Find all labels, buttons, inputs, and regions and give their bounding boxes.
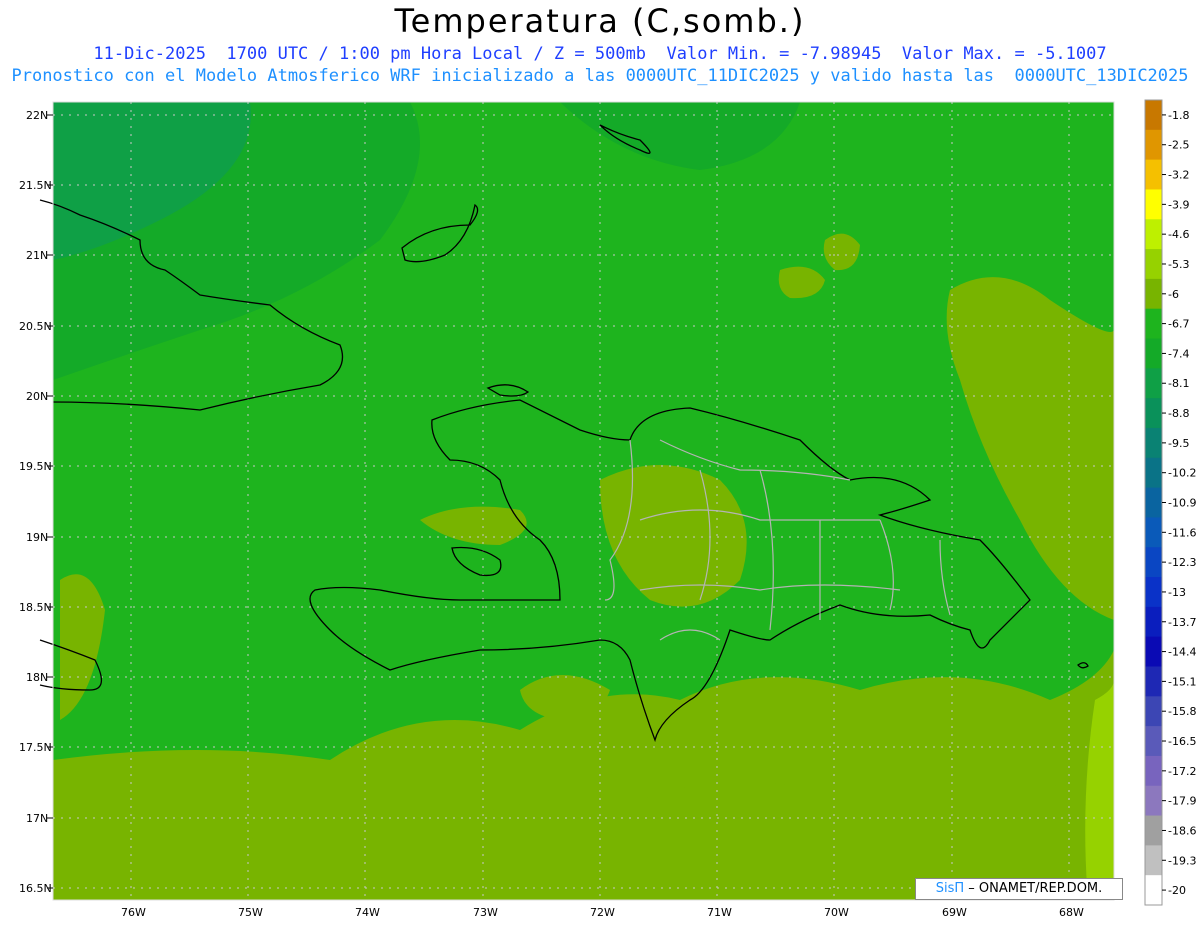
colorbar-swatch: [1145, 427, 1162, 459]
colorbar-label: -15.8: [1168, 705, 1196, 718]
colorbar-label: -16.5: [1168, 735, 1196, 748]
lat-label: 17N: [26, 812, 48, 825]
lon-label: 70W: [824, 906, 849, 919]
colorbar-label: -5.3: [1168, 258, 1189, 271]
colorbar-swatch: [1145, 755, 1162, 787]
colorbar-swatch: [1145, 696, 1162, 727]
colorbar-swatch: [1145, 278, 1162, 310]
colorbar-label: -8.1: [1168, 377, 1189, 390]
colorbar-swatch: [1145, 606, 1162, 638]
colorbar-swatch: [1145, 189, 1162, 220]
colorbar-swatch: [1145, 129, 1162, 161]
lat-label: 18N: [26, 671, 48, 684]
latitude-labels: 22N 21.5N 21N 20.5N 20N 19.5N 19N 18.5N …: [19, 109, 52, 895]
credit-brand: SisΠ: [935, 881, 965, 896]
colorbar-swatch: [1145, 517, 1162, 548]
lat-label: 22N: [26, 109, 48, 122]
colorbar-label: -15.1: [1168, 675, 1196, 688]
colorbar-label: -17.9: [1168, 795, 1196, 808]
colorbar-swatch: [1145, 875, 1162, 906]
lat-label: 20.5N: [19, 320, 52, 333]
colorbar-label: -6: [1168, 288, 1179, 301]
colorbar-label: -10.2: [1168, 467, 1196, 480]
colorbar-swatch: [1145, 845, 1162, 876]
credit-box: SisΠ – ONAMET/REP.DOM.: [915, 878, 1123, 900]
lat-label: 17.5N: [19, 741, 52, 754]
colorbar-label: -8.8: [1168, 407, 1189, 420]
lat-label: 16.5N: [19, 882, 52, 895]
lon-label: 69W: [942, 906, 967, 919]
temperature-map: 22N 21.5N 21N 20.5N 20N 19.5N 19N 18.5N …: [19, 99, 1196, 919]
colorbar-label: -20: [1168, 884, 1186, 897]
lon-label: 75W: [238, 906, 263, 919]
colorbar-label: -11.6: [1168, 526, 1196, 539]
lat-label: 20N: [26, 390, 48, 403]
colorbar-swatch: [1145, 219, 1162, 250]
lat-ticks: [47, 114, 53, 889]
temperature-field: [53, 102, 1114, 900]
colorbar-label: -14.4: [1168, 646, 1196, 659]
lat-label: 21.5N: [19, 179, 52, 192]
lat-label: 18.5N: [19, 601, 52, 614]
colorbar-swatch: [1145, 487, 1162, 518]
colorbar-swatch: [1145, 100, 1162, 131]
colorbar-label: -19.3: [1168, 854, 1196, 867]
lon-label: 73W: [473, 906, 498, 919]
lon-label: 72W: [590, 906, 615, 919]
lat-label: 19.5N: [19, 460, 52, 473]
colorbar-swatch: [1145, 398, 1162, 429]
colorbar-label: -2.5: [1168, 139, 1189, 152]
colorbar-swatch: [1145, 726, 1162, 757]
colorbar-swatch: [1145, 547, 1162, 578]
colorbar-swatch: [1145, 785, 1162, 817]
colorbar-swatch: [1145, 815, 1162, 846]
lat-label: 21N: [26, 249, 48, 262]
colorbar-swatch: [1145, 308, 1162, 340]
lon-label: 76W: [121, 906, 146, 919]
colorbar-swatch: [1145, 457, 1162, 489]
colorbar-swatch: [1145, 338, 1162, 369]
colorbar-label: -10.9: [1168, 497, 1196, 510]
colorbar-label: -9.5: [1168, 437, 1189, 450]
colorbar-label: -13: [1168, 586, 1186, 599]
colorbar-label: -17.2: [1168, 765, 1196, 778]
lon-label: 71W: [707, 906, 732, 919]
colorbar-swatch: [1145, 577, 1162, 608]
colorbar-label: -4.6: [1168, 228, 1189, 241]
colorbar-swatch: [1145, 249, 1162, 280]
lat-label: 19N: [26, 531, 48, 544]
colorbar-swatch: [1145, 666, 1162, 697]
colorbar-label: -3.9: [1168, 198, 1189, 211]
colorbar-label: -6.7: [1168, 318, 1189, 331]
colorbar-label: -18.6: [1168, 824, 1196, 837]
colorbar-label: -12.3: [1168, 556, 1196, 569]
longitude-labels: 76W 75W 74W 73W 72W 71W 70W 69W 68W: [121, 906, 1084, 919]
colorbar-swatch: [1145, 636, 1162, 667]
colorbar-swatch: [1145, 159, 1162, 190]
colorbar-label: -7.4: [1168, 347, 1189, 360]
colorbar-label: -13.7: [1168, 616, 1196, 629]
colorbar-label: -1.8: [1168, 109, 1189, 122]
colorbar: -1.8 -2.5 -3.2 -3.9 -4.6 -5.3 -6 -6.7 -7.4 -8.1 -8…: [1144, 99, 1196, 906]
lon-label: 68W: [1059, 906, 1084, 919]
colorbar-swatch: [1145, 368, 1162, 399]
credit-text: – ONAMET/REP.DOM.: [964, 881, 1103, 896]
colorbar-label: -3.2: [1168, 169, 1189, 182]
lon-label: 74W: [355, 906, 380, 919]
